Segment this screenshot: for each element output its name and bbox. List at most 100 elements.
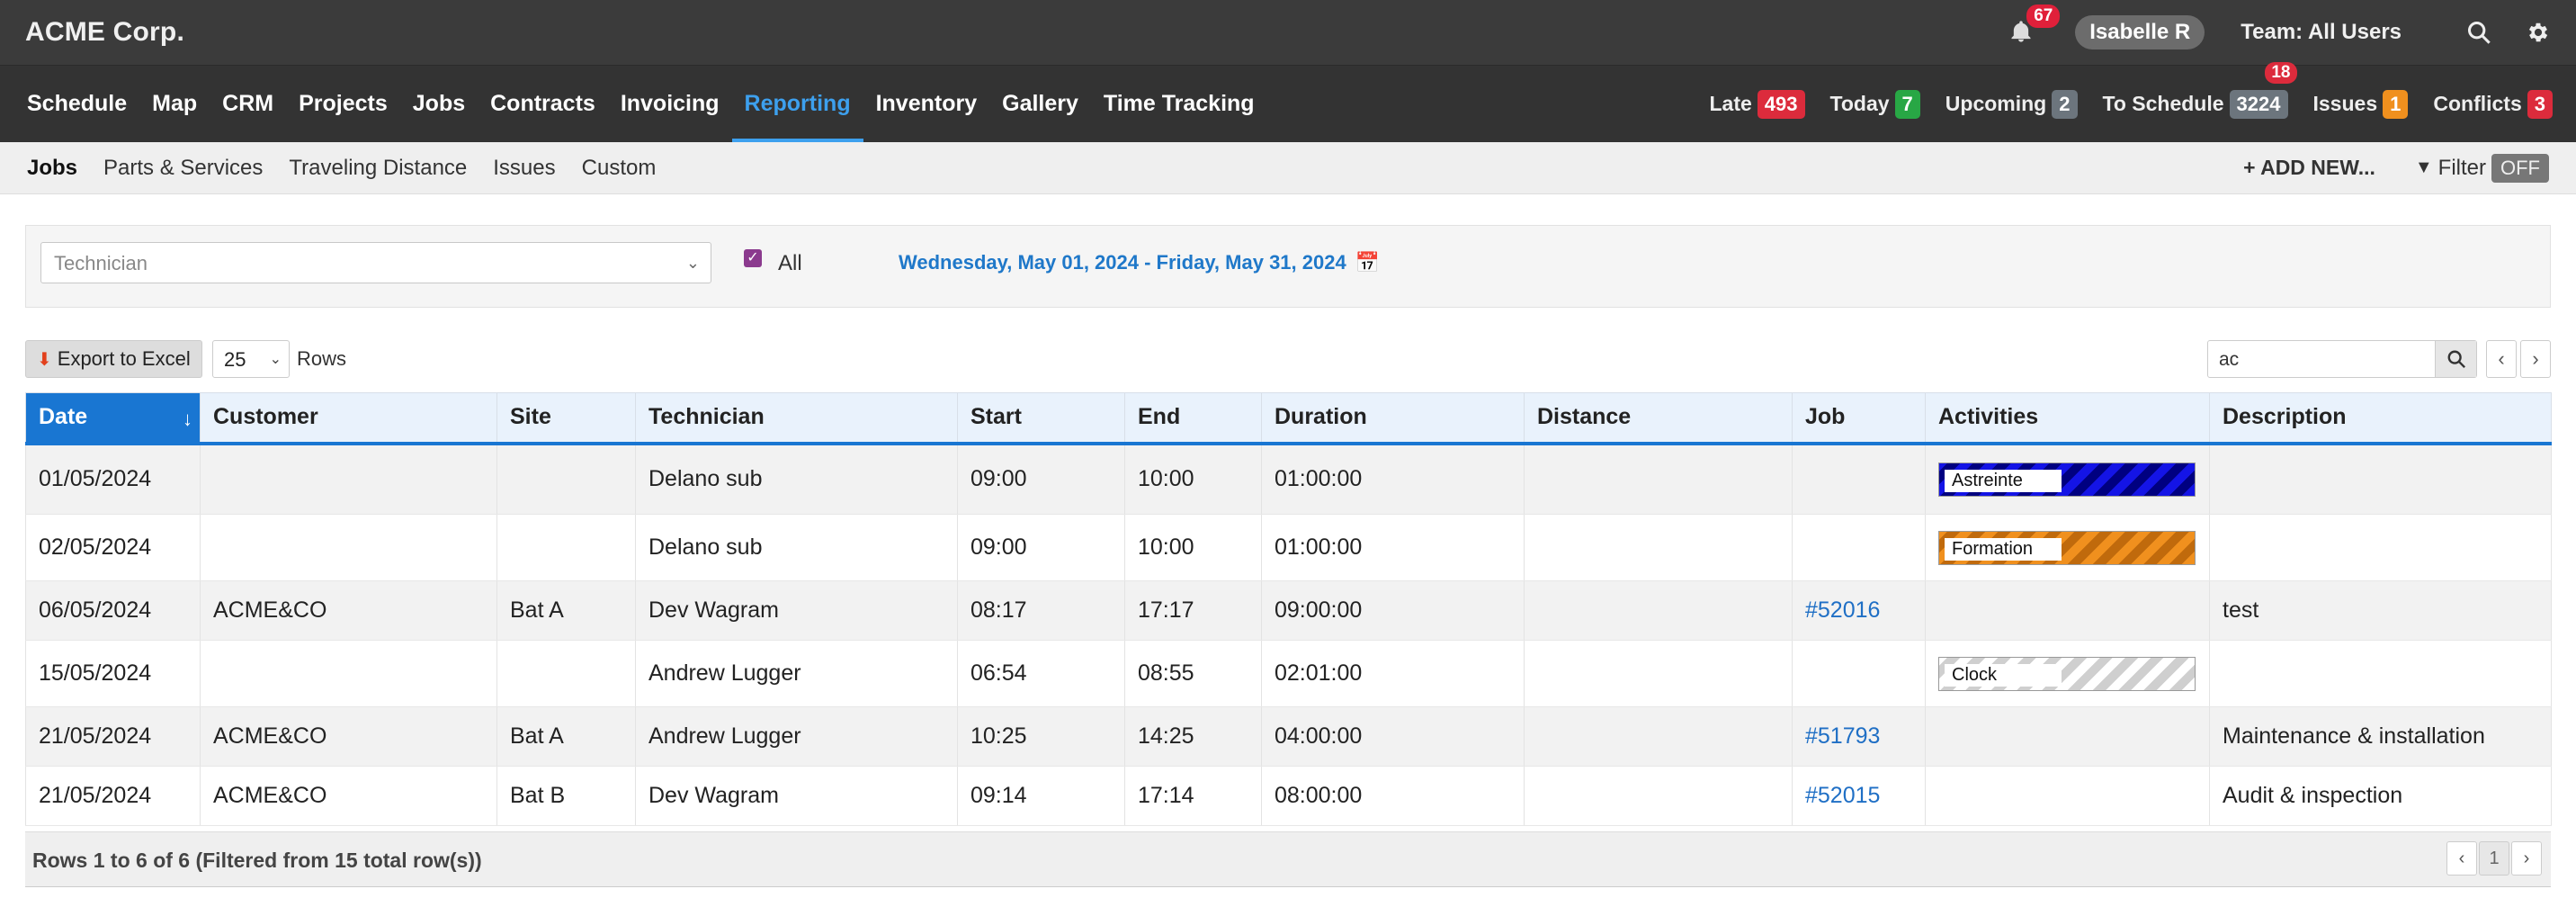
nav-crm[interactable]: CRM xyxy=(210,66,286,142)
cell-activities xyxy=(1925,706,2210,767)
cell-duration: 08:00:00 xyxy=(1261,766,1525,826)
prev-page-button[interactable]: ‹ xyxy=(2446,841,2477,876)
stat-upcoming[interactable]: Upcoming 2 xyxy=(1945,66,2078,142)
current-page-button[interactable]: 1 xyxy=(2479,841,2509,876)
stat-issues[interactable]: Issues 1 xyxy=(2313,66,2409,142)
column-header-date[interactable]: Date ↓ xyxy=(25,392,201,445)
table-row[interactable]: 01/05/2024 Delano sub 09:00 10:00 01:00:… xyxy=(25,443,2552,515)
stat-extra-badge: 18 xyxy=(2265,62,2297,84)
cell-distance xyxy=(1524,514,1793,581)
stat-today[interactable]: Today 7 xyxy=(1830,66,1920,142)
column-header-job[interactable]: Job xyxy=(1792,392,1926,445)
column-header-start[interactable]: Start xyxy=(957,392,1125,445)
column-header-customer[interactable]: Customer xyxy=(200,392,497,445)
sort-down-icon: ↓ xyxy=(183,408,192,430)
column-header-description[interactable]: Description xyxy=(2209,392,2552,445)
stat-to-schedule[interactable]: To Schedule 3224 18 xyxy=(2103,62,2297,142)
activity-bar[interactable]: Clock xyxy=(1938,656,2196,691)
cell-job xyxy=(1792,514,1926,581)
nav-time-tracking[interactable]: Time Tracking xyxy=(1091,66,1267,142)
export-excel-button[interactable]: ⬇ Export to Excel xyxy=(25,340,202,378)
subnav-traveling-distance[interactable]: Traveling Distance xyxy=(289,156,467,181)
nav-invoicing[interactable]: Invoicing xyxy=(608,66,732,142)
activity-bar[interactable]: Formation xyxy=(1938,530,2196,565)
date-range-picker[interactable]: Wednesday, May 01, 2024 - Friday, May 31… xyxy=(899,251,1380,274)
technician-select[interactable]: Technician ⌄ xyxy=(40,242,711,283)
filter-icon: ▼ xyxy=(2414,157,2433,177)
stat-label: Late xyxy=(1709,92,1752,115)
stat-count-badge: 7 xyxy=(1894,89,1920,119)
job-link[interactable]: #52016 xyxy=(1805,597,1880,623)
column-header-activities[interactable]: Activities xyxy=(1925,392,2210,445)
search-icon[interactable] xyxy=(2466,20,2491,45)
filter-toggle[interactable]: ▼ Filter OFF xyxy=(2414,153,2549,183)
gear-icon[interactable] xyxy=(2526,20,2551,45)
table-search-input[interactable]: ac xyxy=(2207,340,2477,378)
cell-job xyxy=(1792,443,1926,515)
subnav-jobs[interactable]: Jobs xyxy=(27,156,77,181)
next-page-button[interactable]: › xyxy=(2511,841,2542,876)
stat-conflicts[interactable]: Conflicts 3 xyxy=(2433,66,2553,142)
activity-label: Astreinte xyxy=(1945,469,2062,492)
cell-job: #51793 xyxy=(1792,706,1926,767)
cell-distance xyxy=(1524,640,1793,707)
table-row[interactable]: 21/05/2024 ACME&CO Bat A Andrew Lugger 1… xyxy=(25,706,2552,767)
cell-start: 08:17 xyxy=(957,580,1125,641)
nav-jobs[interactable]: Jobs xyxy=(400,66,478,142)
column-header-distance[interactable]: Distance xyxy=(1524,392,1793,445)
cell-end: 17:14 xyxy=(1124,766,1262,826)
column-header-technician[interactable]: Technician xyxy=(635,392,958,445)
column-header-duration[interactable]: Duration xyxy=(1261,392,1525,445)
cell-description: Maintenance & installation xyxy=(2209,706,2552,767)
cell-description: Audit & inspection xyxy=(2209,766,2552,826)
notifications-bell-icon[interactable]: 67 xyxy=(2008,4,2061,46)
cell-activities: Clock xyxy=(1925,640,2210,707)
job-link[interactable]: #51793 xyxy=(1805,723,1880,749)
nav-projects[interactable]: Projects xyxy=(286,66,400,142)
filter-panel: Technician ⌄ ✓ All Wednesday, May 01, 20… xyxy=(25,225,2551,308)
cell-technician: Delano sub xyxy=(635,443,958,515)
table-row[interactable]: 06/05/2024 ACME&CO Bat A Dev Wagram 08:1… xyxy=(25,580,2552,641)
cell-start: 06:54 xyxy=(957,640,1125,707)
user-menu[interactable]: Isabelle R xyxy=(2075,15,2205,49)
table-row[interactable]: 02/05/2024 Delano sub 09:00 10:00 01:00:… xyxy=(25,514,2552,581)
activity-bar[interactable]: Astreinte xyxy=(1938,462,2196,497)
search-value: ac xyxy=(2219,349,2240,370)
subnav-parts-services[interactable]: Parts & Services xyxy=(103,156,263,181)
rows-per-page-select[interactable]: 25 ⌄ xyxy=(212,340,290,378)
prev-page-button[interactable]: ‹ xyxy=(2486,340,2517,378)
table-row[interactable]: 15/05/2024 Andrew Lugger 06:54 08:55 02:… xyxy=(25,640,2552,707)
nav-map[interactable]: Map xyxy=(139,66,210,142)
stat-late[interactable]: Late 493 xyxy=(1710,66,1805,142)
column-header-site[interactable]: Site xyxy=(496,392,636,445)
cell-end: 14:25 xyxy=(1124,706,1262,767)
column-header-end[interactable]: End xyxy=(1124,392,1262,445)
add-new-button[interactable]: + ADD NEW... xyxy=(2243,156,2375,180)
team-selector[interactable]: Team: All Users xyxy=(2241,20,2402,45)
cell-distance xyxy=(1524,706,1793,767)
cell-customer xyxy=(200,640,497,707)
cell-date: 21/05/2024 xyxy=(25,706,201,767)
subnav-issues[interactable]: Issues xyxy=(493,156,555,181)
search-button[interactable] xyxy=(2435,341,2476,377)
activity-label: Clock xyxy=(1945,663,2062,687)
nav-schedule[interactable]: Schedule xyxy=(14,66,139,142)
table-footer: Rows 1 to 6 of 6 (Filtered from 15 total… xyxy=(25,831,2551,887)
nav-inventory[interactable]: Inventory xyxy=(863,66,990,142)
cell-customer xyxy=(200,443,497,515)
all-checkbox[interactable]: ✓ xyxy=(744,249,762,267)
nav-gallery[interactable]: Gallery xyxy=(989,66,1091,142)
subnav-custom[interactable]: Custom xyxy=(582,156,657,181)
job-link[interactable]: #52015 xyxy=(1805,783,1880,808)
cell-start: 09:14 xyxy=(957,766,1125,826)
brand-logo[interactable]: ACME Corp. xyxy=(25,17,184,48)
table-row[interactable]: 21/05/2024 ACME&CO Bat B Dev Wagram 09:1… xyxy=(25,766,2552,826)
next-page-button[interactable]: › xyxy=(2520,340,2551,378)
cell-date: 02/05/2024 xyxy=(25,514,201,581)
cell-job: #52015 xyxy=(1792,766,1926,826)
cell-description: test xyxy=(2209,580,2552,641)
all-checkbox-label: All xyxy=(778,251,802,275)
nav-contracts[interactable]: Contracts xyxy=(478,66,608,142)
nav-reporting[interactable]: Reporting xyxy=(731,66,863,142)
cell-duration: 09:00:00 xyxy=(1261,580,1525,641)
